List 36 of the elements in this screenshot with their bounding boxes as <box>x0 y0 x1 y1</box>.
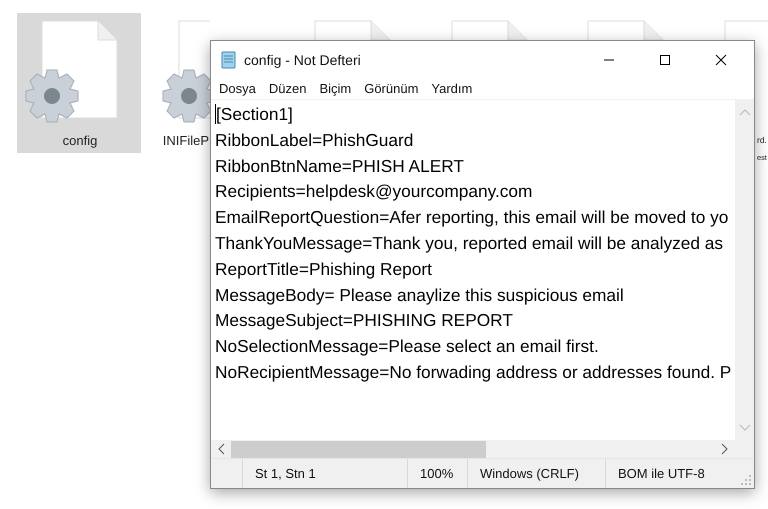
vertical-scrollbar[interactable] <box>735 100 754 440</box>
menu-item[interactable]: Düzen <box>264 81 312 96</box>
text-line: [Section1] <box>215 103 294 126</box>
text-line: Recipients=helpdesk@yourcompany.com <box>215 180 534 204</box>
file-label: INIFileP <box>162 132 209 149</box>
status-text: Windows (CRLF) <box>480 466 579 481</box>
status-text: St 1, Stn 1 <box>255 466 316 481</box>
menu-item[interactable]: Dosya <box>214 81 261 96</box>
menu-item[interactable]: Biçim <box>314 81 356 96</box>
scroll-right-icon[interactable] <box>721 443 729 455</box>
scrollbar-thumb[interactable] <box>231 440 486 458</box>
resize-grip-icon[interactable] <box>741 475 751 485</box>
text-line: RibbonBtnName=PHISH ALERT <box>215 154 465 178</box>
window-title: config - Not Defteri <box>244 52 361 68</box>
text-line: EmailReportQuestion=Afer reporting, this email will be moved to yo <box>215 206 730 230</box>
horizontal-scrollbar[interactable] <box>211 440 735 458</box>
text-line: ReportTitle=Phishing Report <box>215 258 433 281</box>
file-label: config <box>62 132 98 149</box>
text-line: RibbonLabel=PhishGuard <box>215 128 414 152</box>
notepad-icon <box>220 50 238 68</box>
status-text: 100% <box>420 466 454 481</box>
file-label: rd. <box>757 134 767 147</box>
maximize-icon <box>659 54 671 66</box>
text-line: NoSelectionMessage=Please select an email first. <box>215 335 600 358</box>
status-text: BOM ile UTF-8 <box>618 466 705 481</box>
text-line: NoRecipientMessage=No forwading address or addresses found. P <box>215 360 732 384</box>
close-icon <box>715 54 727 66</box>
text-line: MessageBody= Please anaylize this suspicious email <box>215 284 625 307</box>
scroll-up-icon[interactable] <box>738 108 750 116</box>
menu-item[interactable]: Yardım <box>426 81 478 96</box>
text-cursor <box>215 104 216 124</box>
text-line: MessageSubject=PHISHING REPORT <box>215 309 514 332</box>
scroll-down-icon[interactable] <box>738 424 750 432</box>
scroll-left-icon[interactable] <box>217 443 225 455</box>
text-line: ThankYouMessage=Thank you, reported email will be analyzed as <box>215 232 724 255</box>
menu-item[interactable]: Görünüm <box>359 81 424 96</box>
